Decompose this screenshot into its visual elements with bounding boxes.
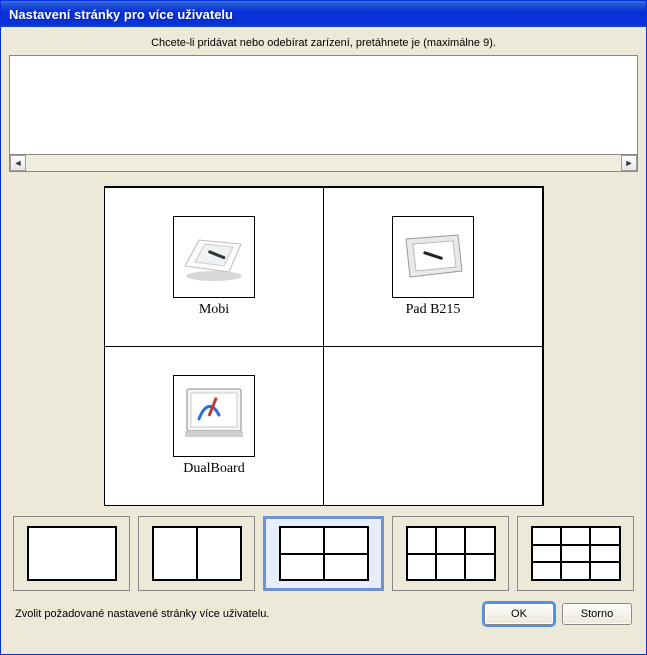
device-label: Pad B215 xyxy=(406,302,461,318)
grid-icon xyxy=(152,526,242,581)
scroll-right-button[interactable]: ► xyxy=(621,155,637,171)
device-palette: ◄ ► xyxy=(9,55,638,172)
scroll-left-button[interactable]: ◄ xyxy=(10,155,26,171)
palette-scrollbar: ◄ ► xyxy=(10,154,637,171)
grid-icon xyxy=(27,526,117,581)
scroll-track[interactable] xyxy=(26,155,621,171)
layout-option-2x1[interactable] xyxy=(138,516,255,591)
grid-cell-0[interactable]: Mobi xyxy=(104,187,324,347)
footer-row: Zvolit požadované nastavené stránky více… xyxy=(9,597,638,625)
layout-options-row xyxy=(9,516,638,597)
layout-preview-wrap: Mobi Pad B215 xyxy=(9,172,638,516)
instruction-text: Chcete-li pridávat nebo odebírat zarízen… xyxy=(9,35,638,55)
device-padb215[interactable]: Pad B215 xyxy=(392,216,474,318)
grid-icon xyxy=(406,526,496,581)
footer-hint: Zvolit požadované nastavené stránky více… xyxy=(15,608,269,620)
grid-cell-3[interactable] xyxy=(323,346,543,506)
device-label: Mobi xyxy=(199,302,229,318)
grid-cell-2[interactable]: DualBoard xyxy=(104,346,324,506)
layout-preview-grid[interactable]: Mobi Pad B215 xyxy=(104,186,544,506)
device-palette-area[interactable] xyxy=(10,56,637,154)
grid-icon xyxy=(531,526,621,581)
window-title: Nastavení stránky pro více uživatelu xyxy=(9,7,233,22)
title-bar: Nastavení stránky pro více uživatelu xyxy=(1,1,646,27)
grid-icon xyxy=(279,526,369,581)
device-mobi[interactable]: Mobi xyxy=(173,216,255,318)
ok-button[interactable]: OK xyxy=(484,603,554,625)
client-area: Chcete-li pridávat nebo odebírat zarízen… xyxy=(1,27,646,633)
layout-option-1x1[interactable] xyxy=(13,516,130,591)
layout-option-2x2[interactable] xyxy=(263,516,384,591)
layout-option-3x2[interactable] xyxy=(392,516,509,591)
device-label: DualBoard xyxy=(183,461,244,477)
device-dualboard[interactable]: DualBoard xyxy=(173,375,255,477)
grid-cell-1[interactable]: Pad B215 xyxy=(323,187,543,347)
layout-option-3x3[interactable] xyxy=(517,516,634,591)
whiteboard-icon xyxy=(173,375,255,457)
tablet-icon xyxy=(173,216,255,298)
cancel-button[interactable]: Storno xyxy=(562,603,632,625)
pad-icon xyxy=(392,216,474,298)
